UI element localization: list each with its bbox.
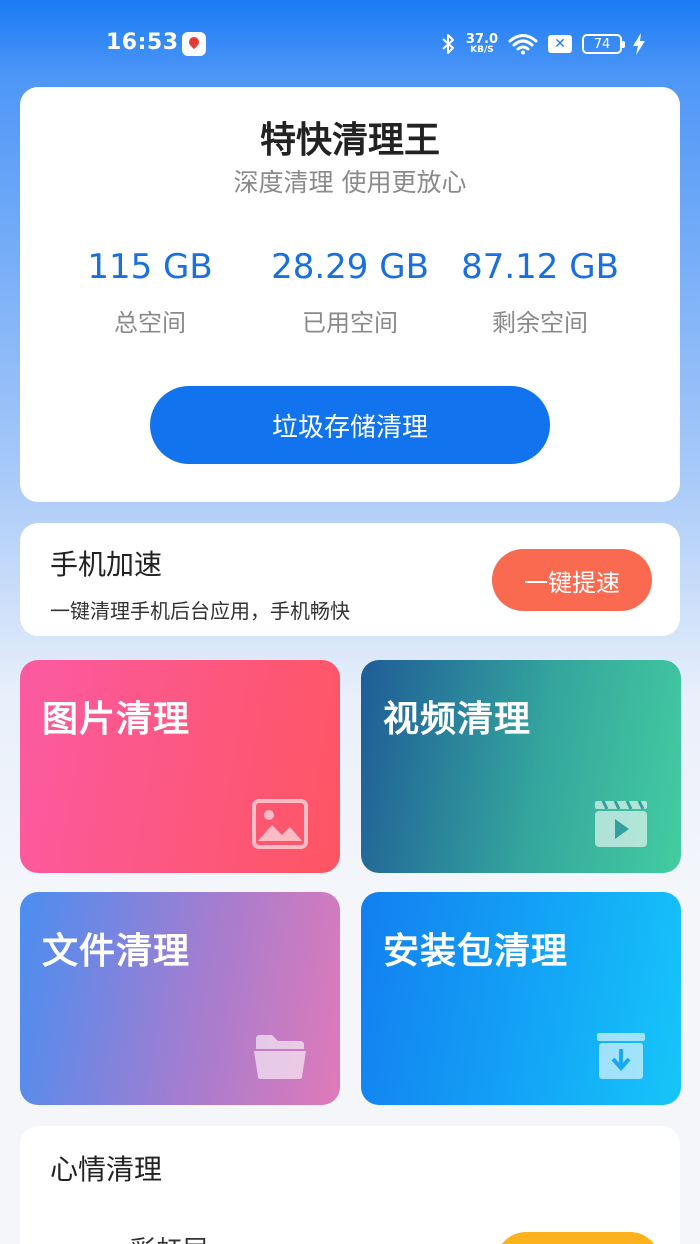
tile-label: 图片清理 — [42, 699, 191, 740]
storage-summary-card: 特快清理王 深度清理 使用更放心 115 GB 总空间 28.29 GB 已用空… — [20, 87, 680, 502]
network-speed: 37.0 KB/S — [466, 33, 498, 55]
stat-value: 87.12 GB — [461, 247, 619, 287]
status-bar: 16:53 37.0 KB/S ✕ 74 — [0, 0, 700, 72]
file-clean-tile[interactable]: 文件清理 — [20, 892, 340, 1105]
stat-label: 剩余空间 — [492, 309, 588, 337]
status-icons: 37.0 KB/S ✕ 74 — [440, 30, 646, 58]
junk-clean-button[interactable]: 垃圾存储清理 — [150, 386, 550, 464]
close-box-icon: ✕ — [548, 35, 572, 53]
stat-value: 115 GB — [87, 247, 213, 287]
mood-item-label: 彩虹屁 — [130, 1230, 208, 1244]
charging-bolt-icon — [633, 33, 645, 55]
stat-label: 总空间 — [114, 309, 186, 337]
tile-label: 视频清理 — [383, 699, 532, 740]
image-icon — [252, 799, 308, 849]
boost-title: 手机加速 — [50, 548, 163, 581]
status-time: 16:53 — [106, 30, 179, 55]
stat-used-space: 28.29 GB 已用空间 — [250, 247, 450, 338]
bluetooth-icon — [442, 34, 454, 54]
stat-value: 28.29 GB — [271, 247, 429, 287]
app-subtitle: 深度清理 使用更放心 — [233, 168, 467, 197]
network-speed-unit: KB/S — [470, 45, 494, 55]
mood-action-button[interactable] — [496, 1232, 660, 1244]
apk-clean-tile[interactable]: 安装包清理 — [361, 892, 681, 1105]
battery-level: 74 — [593, 36, 611, 52]
notification-map-icon — [182, 32, 206, 56]
stat-free-space: 87.12 GB 剩余空间 — [440, 247, 640, 338]
wifi-icon — [508, 34, 538, 55]
folder-icon — [254, 1035, 306, 1079]
video-clapper-icon — [595, 800, 647, 847]
tile-label: 文件清理 — [42, 931, 191, 972]
video-clean-tile[interactable]: 视频清理 — [361, 660, 681, 873]
boost-description: 一键清理手机后台应用，手机畅快 — [50, 599, 350, 623]
tile-label: 安装包清理 — [383, 931, 569, 972]
app-title: 特快清理王 — [259, 120, 440, 161]
stat-label: 已用空间 — [302, 309, 398, 337]
phone-boost-card: 手机加速 一键清理手机后台应用，手机畅快 一键提速 — [20, 523, 680, 636]
stat-total-space: 115 GB 总空间 — [50, 247, 250, 338]
mood-title: 心情清理 — [50, 1153, 163, 1186]
archive-download-icon — [597, 1033, 645, 1079]
photo-clean-tile[interactable]: 图片清理 — [20, 660, 340, 873]
mood-clean-card: 心情清理 彩虹屁 — [20, 1126, 680, 1244]
one-tap-boost-button[interactable]: 一键提速 — [492, 549, 652, 611]
battery-icon: 74 — [582, 34, 625, 54]
